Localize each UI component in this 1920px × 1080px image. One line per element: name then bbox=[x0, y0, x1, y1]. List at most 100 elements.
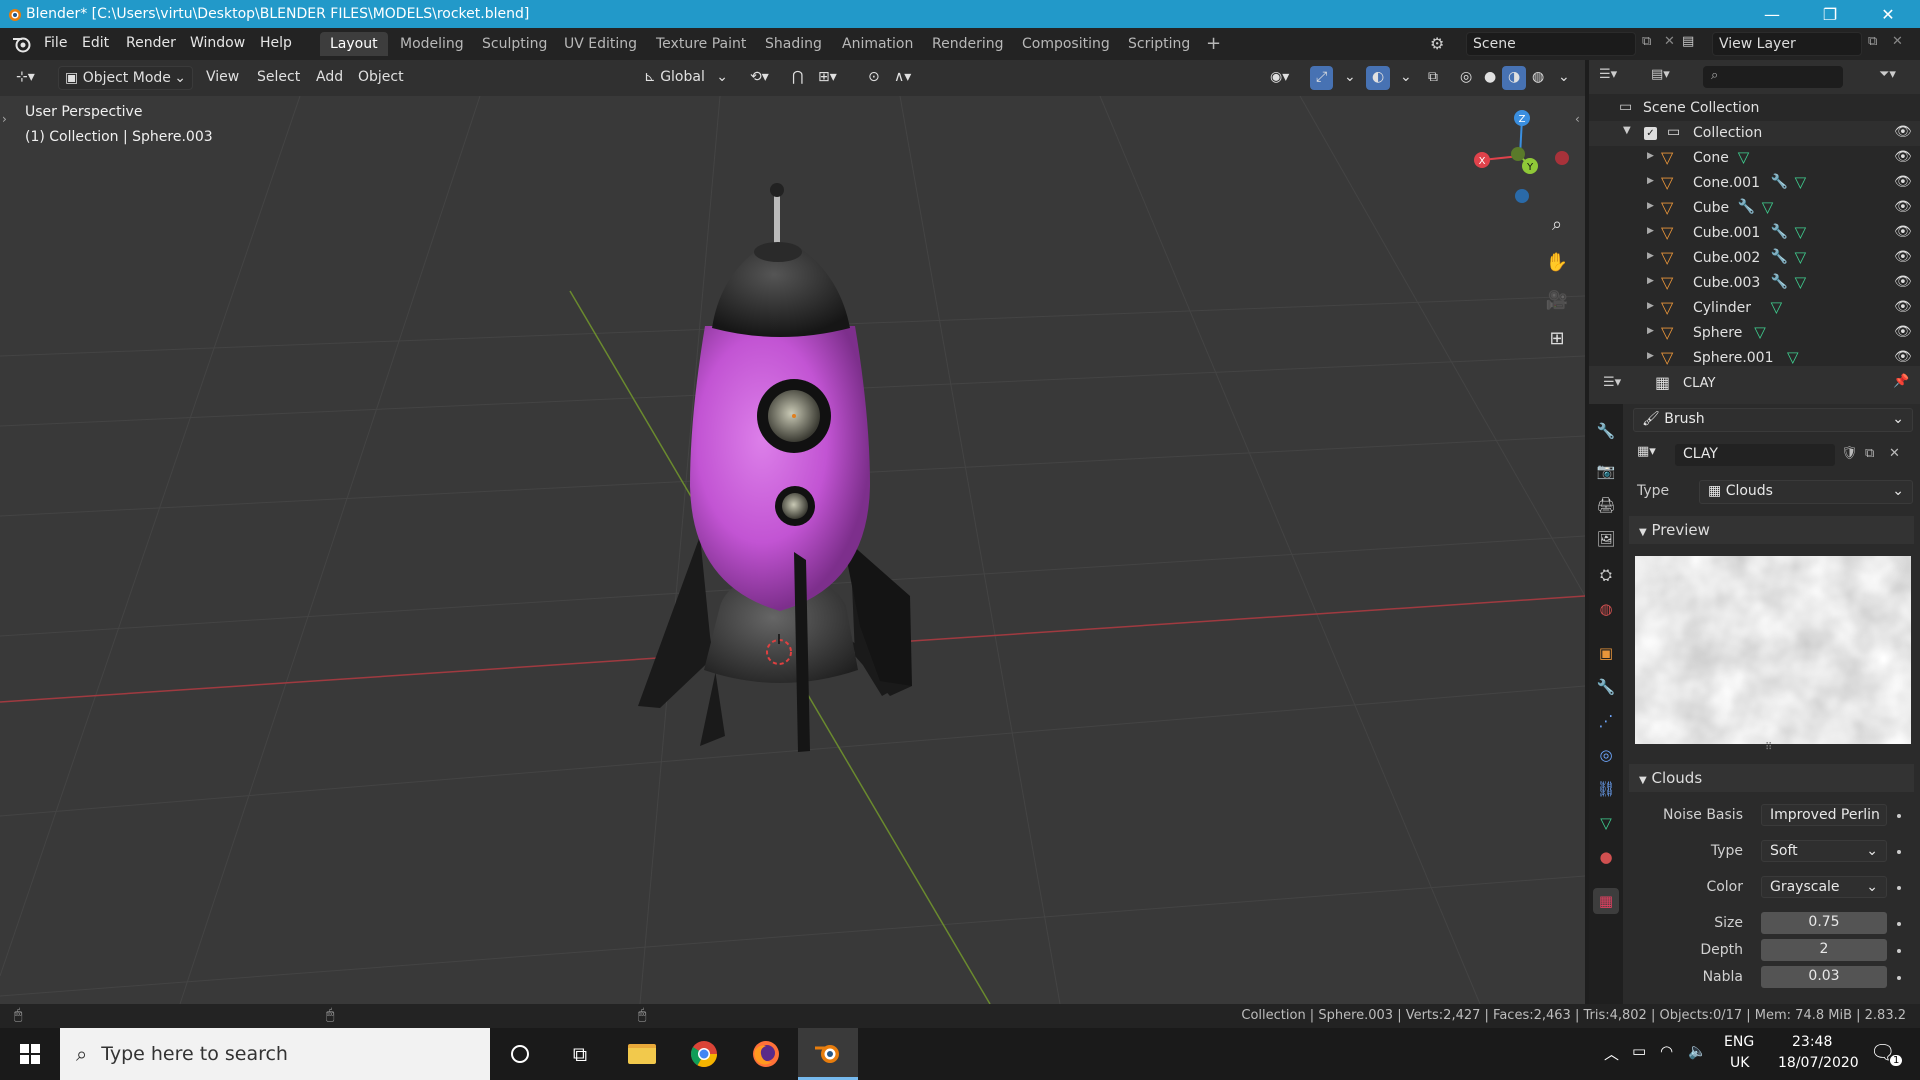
wireframe-shading-icon[interactable]: ◎ bbox=[1454, 66, 1478, 90]
menu-object[interactable]: Object bbox=[352, 66, 410, 90]
perspective-toggle-icon[interactable]: ⊞ bbox=[1541, 322, 1573, 354]
expand-arrow-icon[interactable]: ▼ bbox=[1623, 125, 1631, 136]
eye-icon[interactable]: 👁 bbox=[1894, 274, 1912, 290]
xray-toggle-icon[interactable]: ⧉ bbox=[1422, 66, 1444, 90]
input-language[interactable]: ENG bbox=[1724, 1034, 1754, 1050]
nabla-field[interactable]: 0.03 bbox=[1761, 966, 1887, 988]
expand-arrow-icon[interactable]: ▶ bbox=[1647, 326, 1654, 336]
size-field[interactable]: 0.75 bbox=[1761, 912, 1887, 934]
eye-icon[interactable]: 👁 bbox=[1894, 174, 1912, 190]
close-button[interactable]: ✕ bbox=[1859, 0, 1917, 28]
keyframe-dot[interactable] bbox=[1897, 814, 1901, 818]
outliner-row-collection[interactable]: ▼ ✓ ▭ Collection 👁 bbox=[1589, 121, 1920, 146]
modifier-tab-icon[interactable]: 🔧 bbox=[1593, 674, 1619, 700]
battery-icon[interactable]: ▭ bbox=[1632, 1042, 1646, 1060]
snap-icon[interactable]: ⋂ bbox=[786, 66, 809, 90]
menu-render[interactable]: Render bbox=[126, 35, 176, 51]
sidebar-toggle-icon[interactable]: ‹ bbox=[1575, 112, 1580, 126]
3d-viewport[interactable]: User Perspective (1) Collection | Sphere… bbox=[0, 96, 1585, 1004]
add-workspace-button[interactable]: + bbox=[1196, 32, 1231, 56]
proportional-edit-icon[interactable]: ⊙ bbox=[862, 66, 886, 90]
outliner-row-object[interactable]: ▶ ▽ Cube.002 🔧 ▽ 👁 bbox=[1589, 246, 1920, 271]
texture-browse-icon[interactable]: ▦▾ bbox=[1637, 444, 1656, 459]
menu-edit[interactable]: Edit bbox=[82, 35, 109, 51]
menu-window[interactable]: Window bbox=[190, 35, 245, 51]
texture-context-dropdown[interactable]: 🖌 Brush ⌄ bbox=[1633, 408, 1913, 432]
mesh-data-icon[interactable]: ▽ bbox=[1795, 223, 1807, 241]
wifi-icon[interactable]: ◠ bbox=[1660, 1042, 1673, 1060]
expand-arrow-icon[interactable]: ▶ bbox=[1647, 226, 1654, 236]
keyframe-dot[interactable] bbox=[1897, 949, 1901, 953]
pin-icon[interactable]: 📌 bbox=[1893, 374, 1909, 389]
keyframe-dot[interactable] bbox=[1897, 922, 1901, 926]
tab-uv-editing[interactable]: UV Editing bbox=[554, 32, 647, 56]
menu-file[interactable]: File bbox=[44, 35, 67, 51]
modifier-icon[interactable]: 🔧 bbox=[1771, 224, 1788, 240]
clouds-panel-header[interactable]: ▼ Clouds bbox=[1629, 764, 1914, 792]
gizmo-neg-y-axis[interactable] bbox=[1511, 147, 1525, 161]
outliner-search-input[interactable]: ⌕ bbox=[1703, 66, 1843, 88]
tab-texture-paint[interactable]: Texture Paint bbox=[646, 32, 756, 56]
keyframe-dot[interactable] bbox=[1897, 976, 1901, 980]
firefox-icon[interactable] bbox=[736, 1028, 796, 1080]
clock-time[interactable]: 23:48 bbox=[1792, 1034, 1832, 1050]
overlay-dropdown-icon[interactable]: ⌄ bbox=[1394, 66, 1418, 90]
tool-tab-icon[interactable]: 🔧 bbox=[1593, 418, 1619, 444]
modifier-icon[interactable]: 🔧 bbox=[1771, 274, 1788, 290]
menu-help[interactable]: Help bbox=[260, 35, 292, 51]
gizmo-neg-z-axis[interactable] bbox=[1515, 189, 1529, 203]
blender-taskbar-icon[interactable] bbox=[798, 1028, 858, 1080]
pan-hand-icon[interactable]: ✋ bbox=[1541, 246, 1573, 278]
material-tab-icon[interactable]: ● bbox=[1593, 844, 1619, 870]
preview-resize-handle[interactable]: ⠿ bbox=[1765, 742, 1772, 753]
duplicate-texture-icon[interactable]: ⧉ bbox=[1865, 446, 1874, 461]
editor-type-icon[interactable]: ⊹▾ bbox=[10, 66, 41, 90]
mesh-data-icon[interactable]: ▽ bbox=[1771, 298, 1783, 316]
visibility-icon[interactable]: ◉▾ bbox=[1264, 66, 1295, 90]
particles-tab-icon[interactable]: ⋰ bbox=[1593, 708, 1619, 734]
mesh-data-icon[interactable]: ▽ bbox=[1795, 273, 1807, 291]
tab-scripting[interactable]: Scripting bbox=[1118, 32, 1200, 56]
mesh-data-icon[interactable]: ▽ bbox=[1762, 198, 1774, 216]
menu-add[interactable]: Add bbox=[310, 66, 349, 90]
noise-basis-dropdown[interactable]: Improved Perlin bbox=[1761, 804, 1887, 826]
outliner-row-object[interactable]: ▶ ▽ Cylinder ▽ 👁 bbox=[1589, 296, 1920, 321]
object-tab-icon[interactable]: ▣ bbox=[1593, 640, 1619, 666]
texture-tab-icon[interactable]: ▦ bbox=[1593, 888, 1619, 914]
eye-icon[interactable]: 👁 bbox=[1894, 299, 1912, 315]
mesh-data-icon[interactable]: ▽ bbox=[1738, 148, 1750, 166]
taskbar-search-box[interactable]: ⌕ Type here to search bbox=[60, 1028, 490, 1080]
expand-arrow-icon[interactable]: ▶ bbox=[1647, 201, 1654, 211]
tab-layout[interactable]: Layout bbox=[320, 32, 388, 56]
mesh-data-icon[interactable]: ▽ bbox=[1787, 348, 1799, 366]
outliner-row-object[interactable]: ▶ ▽ Cube 🔧 ▽ 👁 bbox=[1589, 196, 1920, 221]
outliner-editor-type-icon[interactable]: ☰▾ bbox=[1599, 67, 1617, 82]
minimize-button[interactable]: — bbox=[1743, 0, 1801, 28]
output-tab-icon[interactable]: 🖨 bbox=[1593, 492, 1619, 518]
outliner-row-object[interactable]: ▶ ▽ Cone.001 🔧 ▽ 👁 bbox=[1589, 171, 1920, 196]
scene-tab-icon[interactable]: ⛭ bbox=[1593, 562, 1619, 588]
tab-shading[interactable]: Shading bbox=[755, 32, 832, 56]
collection-checkbox[interactable]: ✓ bbox=[1644, 127, 1657, 140]
maximize-button[interactable]: ❐ bbox=[1801, 0, 1859, 28]
properties-editor-type-icon[interactable]: ☰▾ bbox=[1603, 375, 1621, 390]
scene-selector[interactable]: Scene bbox=[1466, 32, 1636, 56]
windows-start-icon[interactable] bbox=[20, 1044, 40, 1064]
snap-increment-icon[interactable]: ⊞▾ bbox=[812, 66, 843, 90]
constraints-tab-icon[interactable]: ⛓ bbox=[1593, 776, 1619, 802]
eye-icon[interactable]: 👁 bbox=[1894, 224, 1912, 240]
outliner-row-object[interactable]: ▶ ▽ Sphere ▽ 👁 bbox=[1589, 321, 1920, 346]
depth-field[interactable]: 2 bbox=[1761, 939, 1887, 961]
eye-icon[interactable]: 👁 bbox=[1894, 124, 1912, 140]
keyframe-dot[interactable] bbox=[1897, 886, 1901, 890]
keyframe-dot[interactable] bbox=[1897, 850, 1901, 854]
mesh-data-icon[interactable]: ▽ bbox=[1754, 323, 1766, 341]
file-explorer-icon[interactable] bbox=[612, 1028, 672, 1080]
tab-rendering[interactable]: Rendering bbox=[922, 32, 1014, 56]
falloff-icon[interactable]: ∧▾ bbox=[888, 66, 917, 90]
gizmo-neg-x-axis[interactable] bbox=[1555, 151, 1569, 165]
zoom-icon[interactable]: ⌕ bbox=[1541, 208, 1573, 240]
object-mode-dropdown[interactable]: ▣ Object Mode ⌄ bbox=[58, 66, 193, 90]
texture-name-field[interactable]: CLAY bbox=[1675, 444, 1835, 466]
modifier-icon[interactable]: 🔧 bbox=[1771, 249, 1788, 265]
